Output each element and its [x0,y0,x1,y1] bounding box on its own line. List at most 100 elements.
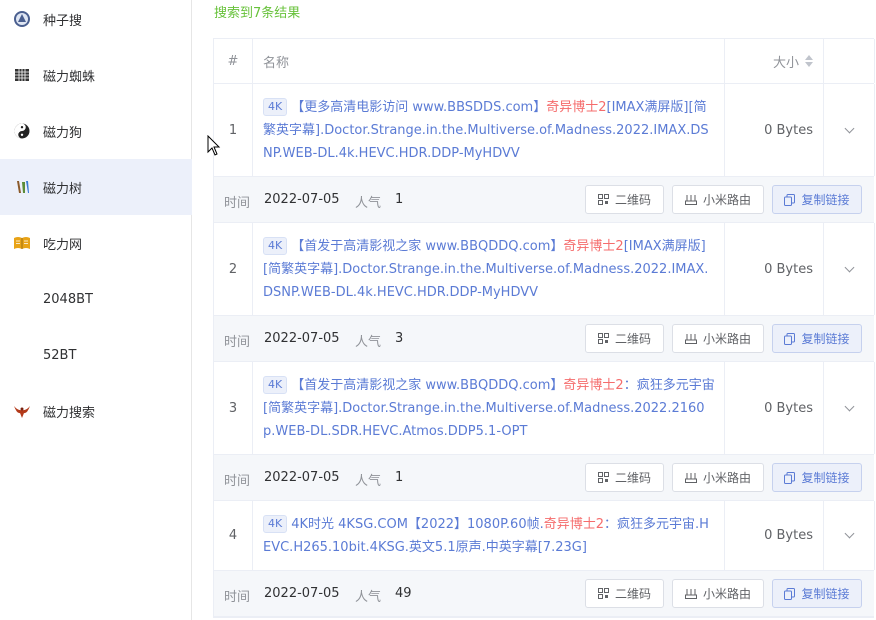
expand-row-button[interactable] [824,223,875,315]
name-prefix: 【首发于高清影视之家 www.BBQDDQ.com】 [291,377,564,393]
time-label: 时间 [224,590,251,605]
name-highlight: 奇异博士2 [563,238,624,254]
qrcode-icon [597,194,609,205]
xiaomi-router-button-label: 小米路由 [702,587,751,601]
qrcode-button-label: 二维码 [614,471,651,485]
router-icon [684,194,697,205]
torrent-name-link[interactable]: 4K 4K时光 4KSG.COM【2022】1080P.60帧.奇异博士2：疯狂多… [263,513,715,559]
qrcode-button[interactable]: 二维码 [585,579,664,608]
header-index: # [214,39,253,83]
table-row[interactable]: 2 4K 【首发于高清影视之家 www.BBQDDQ.com】奇异博士2[IMAX… [214,223,875,316]
row-meta: 时间 2022-07-05 人气 1 二维码 小米路由 复制链接 [214,455,874,501]
qrcode-button-label: 二维码 [614,587,651,601]
quality-tag: 4K [263,514,288,533]
row-name-cell: 4K 【首发于高清影视之家 www.BBQDDQ.com】奇异博士2：疯狂多元宇宙… [253,362,725,454]
compass-icon [12,9,32,29]
sidebar-item-cilisousuo[interactable]: 磁力搜索 [0,383,192,439]
qrcode-button[interactable]: 二维码 [585,463,664,492]
popularity-label: 人气 [355,335,382,350]
torrent-name-link[interactable]: 4K 【首发于高清影视之家 www.BBQDDQ.com】奇异博士2：疯狂多元宇宙… [263,374,715,443]
time-value: 2022-07-05 [264,470,340,485]
table-header: # 名称 大小 [214,39,875,84]
row-meta: 时间 2022-07-05 人气 3 二维码 小米路由 复制链接 [214,316,874,362]
name-prefix: 【首发于高清影视之家 www.BBQDDQ.com】 [291,238,564,254]
header-size[interactable]: 大小 [725,39,824,83]
tree-icon [12,177,32,197]
copy-link-button[interactable]: 复制链接 [772,185,862,214]
chevron-down-icon [844,401,854,411]
qrcode-icon [597,472,609,483]
qrcode-button[interactable]: 二维码 [585,185,664,214]
torrent-name-link[interactable]: 4K 【更多高清电影访问 www.BBSDDS.com】奇异博士2[IMAX满屏版… [263,96,715,165]
table-row[interactable]: 1 4K 【更多高清电影访问 www.BBSDDS.com】奇异博士2[IMAX满… [214,84,875,177]
yinyang-icon [12,121,32,141]
table-row[interactable]: 3 4K 【首发于高清影视之家 www.BBQDDQ.com】奇异博士2：疯狂多元… [214,362,875,455]
sidebar-item-label: 种子搜 [43,13,83,29]
time-value: 2022-07-05 [264,192,340,207]
popularity-value: 49 [395,586,412,601]
copy-icon [784,587,796,600]
copy-link-button-label: 复制链接 [801,471,850,485]
quality-tag: 4K [263,375,288,394]
name-highlight: 奇异博士2 [546,99,607,115]
popularity-value: 3 [395,331,404,346]
copy-link-button[interactable]: 复制链接 [772,579,862,608]
row-index: 1 [214,84,253,176]
xiaomi-router-button[interactable]: 小米路由 [672,463,764,492]
book-icon [12,233,32,253]
bird-icon [12,401,32,421]
expand-row-button[interactable] [824,84,875,176]
sidebar: 种子搜 磁力蜘蛛 磁力狗 磁力树 吃力网 2048BT 52BT 磁力搜索 [0,0,192,620]
torrent-name-link[interactable]: 4K 【首发于高清影视之家 www.BBQDDQ.com】奇异博士2[IMAX满屏… [263,235,715,304]
expand-row-button[interactable] [824,501,875,570]
sidebar-item-ciligou[interactable]: 磁力狗 [0,103,192,159]
row-size: 0 Bytes [725,501,824,570]
qrcode-button-label: 二维码 [614,193,651,207]
table-body: 1 4K 【更多高清电影访问 www.BBSDDS.com】奇异博士2[IMAX满… [214,84,875,617]
expand-row-button[interactable] [824,362,875,454]
popularity-label: 人气 [355,474,382,489]
quality-tag: 4K [263,236,288,255]
table-row[interactable]: 4 4K 4K时光 4KSG.COM【2022】1080P.60帧.奇异博士2：疯… [214,501,875,571]
xiaomi-router-button[interactable]: 小米路由 [672,324,764,353]
chevron-down-icon [844,528,854,539]
header-size-label: 大小 [772,55,799,71]
row-meta: 时间 2022-07-05 人气 1 二维码 小米路由 复制链接 [214,177,874,223]
sidebar-item-52bt[interactable]: 52BT [0,327,192,383]
sidebar-item-label: 磁力狗 [43,125,83,141]
copy-link-button[interactable]: 复制链接 [772,324,862,353]
copy-link-button-label: 复制链接 [801,332,850,346]
header-name: 名称 [253,39,725,83]
sidebar-item-label: 磁力树 [43,181,83,197]
popularity-value: 1 [395,192,404,207]
sidebar-item-label: 吃力网 [43,237,83,253]
popularity-value: 1 [395,470,404,485]
sidebar-item-cilishu[interactable]: 磁力树 [0,159,192,215]
app-window: 种子搜 磁力蜘蛛 磁力狗 磁力树 吃力网 2048BT 52BT 磁力搜索 搜索… [0,0,876,620]
sort-icon[interactable] [805,55,813,67]
time-label: 时间 [224,474,251,489]
sidebar-item-label: 磁力蜘蛛 [43,69,96,85]
qrcode-button[interactable]: 二维码 [585,324,664,353]
row-index: 3 [214,362,253,454]
copy-icon [784,193,796,206]
popularity-label: 人气 [355,196,382,211]
chevron-down-icon [844,262,854,272]
sidebar-item-zhongzisou[interactable]: 种子搜 [0,0,192,47]
sidebar-item-2048bt[interactable]: 2048BT [0,271,192,327]
qrcode-icon [597,588,609,599]
sidebar-item-label: 磁力搜索 [43,405,96,421]
copy-icon [784,471,796,484]
xiaomi-router-button[interactable]: 小米路由 [672,579,764,608]
time-value: 2022-07-05 [264,586,340,601]
row-index: 4 [214,501,253,570]
sidebar-item-cilizhizhu[interactable]: 磁力蜘蛛 [0,47,192,103]
xiaomi-router-button[interactable]: 小米路由 [672,185,764,214]
name-prefix: 4K时光 4KSG.COM【2022】1080P.60帧. [291,516,544,532]
sidebar-item-chiliwang[interactable]: 吃力网 [0,215,192,271]
chevron-down-icon [844,123,854,133]
result-count: 搜索到7条结果 [214,6,301,21]
row-size: 0 Bytes [725,84,824,176]
copy-link-button[interactable]: 复制链接 [772,463,862,492]
row-name-cell: 4K 4K时光 4KSG.COM【2022】1080P.60帧.奇异博士2：疯狂多… [253,501,725,570]
